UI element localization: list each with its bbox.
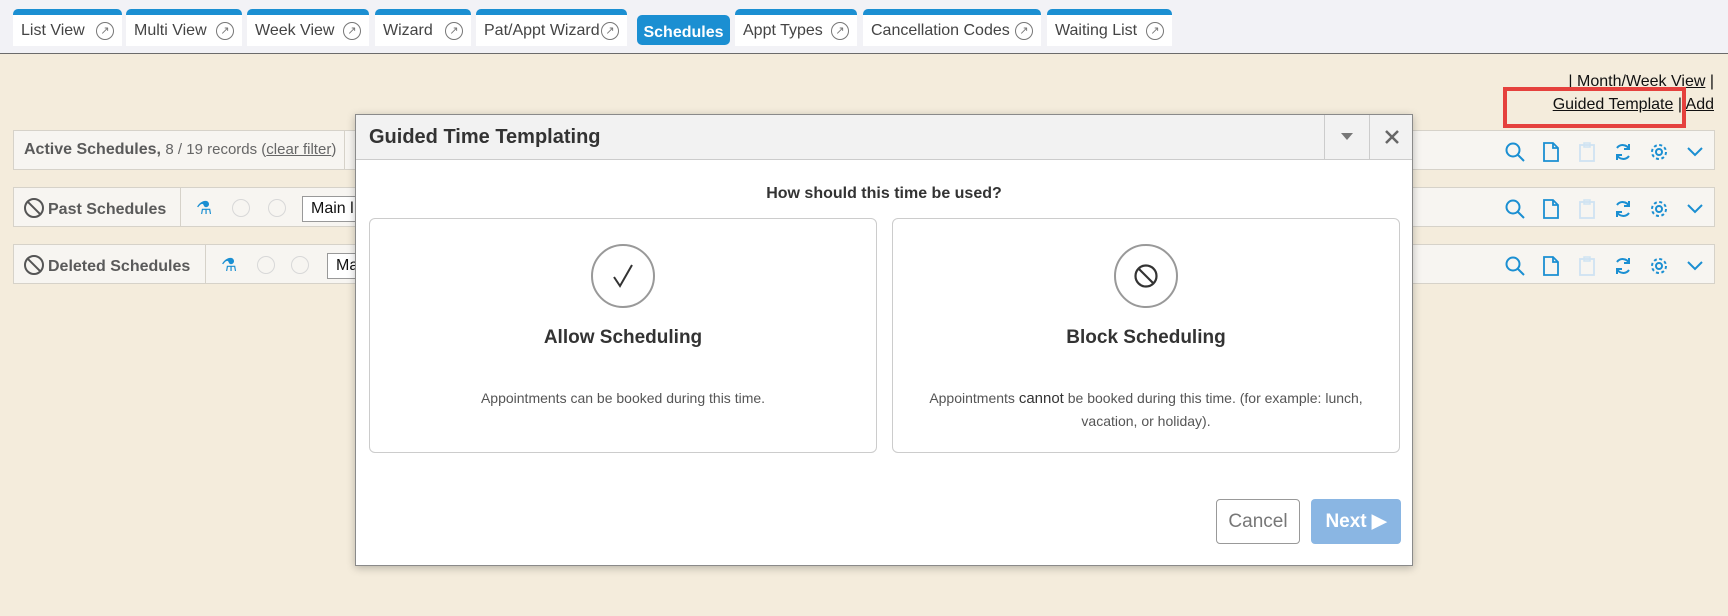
guided-time-templating-dialog: Guided Time Templating How should this t… bbox=[355, 114, 1413, 566]
dialog-question: How should this time be used? bbox=[766, 185, 1002, 202]
new-document-icon[interactable] bbox=[1540, 255, 1562, 277]
tab-multi-view[interactable]: Multi View ↗ bbox=[126, 9, 242, 46]
dialog-title: Guided Time Templating bbox=[369, 126, 601, 148]
gear-icon[interactable] bbox=[1648, 141, 1670, 163]
refresh-icon[interactable] bbox=[1612, 198, 1634, 220]
tab-label: Multi View bbox=[134, 21, 207, 39]
open-external-icon[interactable]: ↗ bbox=[831, 22, 849, 40]
highlight-annotation bbox=[1503, 87, 1686, 128]
dialog-collapse-button[interactable] bbox=[1324, 115, 1368, 159]
desc-emphasis: cannot bbox=[1018, 390, 1064, 407]
gear-icon[interactable] bbox=[1648, 255, 1670, 277]
tab-appt-types[interactable]: Appt Types ↗ bbox=[735, 9, 857, 46]
option-title: Allow Scheduling bbox=[543, 327, 703, 348]
tab-pat-appt-wizard[interactable]: Pat/Appt Wizard ↗ bbox=[476, 9, 627, 46]
tab-cancellation-codes[interactable]: Cancellation Codes ↗ bbox=[863, 9, 1041, 46]
close-icon bbox=[1384, 130, 1399, 144]
next-button[interactable]: Next ▶ bbox=[1311, 499, 1401, 544]
tab-label: Pat/Appt Wizard bbox=[484, 21, 600, 39]
open-external-icon[interactable]: ↗ bbox=[1015, 22, 1033, 40]
divider bbox=[344, 131, 345, 169]
dialog-close-button[interactable] bbox=[1369, 115, 1413, 159]
checkmark-icon bbox=[591, 244, 655, 308]
tab-label: Week View bbox=[255, 21, 335, 39]
divider bbox=[180, 188, 181, 226]
record-count: 8 / 19 records (clear filter) bbox=[165, 141, 337, 158]
refresh-icon[interactable] bbox=[1612, 141, 1634, 163]
next-icon bbox=[291, 256, 309, 274]
open-external-icon[interactable]: ↗ bbox=[601, 22, 619, 40]
option-description: Appointments cannot be booked during thi… bbox=[913, 387, 1379, 433]
divider bbox=[205, 245, 206, 283]
option-title: Block Scheduling bbox=[1066, 327, 1226, 348]
schedule-select[interactable]: Main l bbox=[302, 196, 362, 222]
open-external-icon[interactable]: ↗ bbox=[445, 22, 463, 40]
tab-label: Waiting List bbox=[1055, 21, 1138, 39]
tab-label: Appt Types bbox=[743, 21, 823, 39]
deleted-schedules-label: Deleted Schedules bbox=[48, 258, 191, 275]
chevron-down-icon[interactable] bbox=[1684, 198, 1706, 220]
broom-icon[interactable]: ⚗ bbox=[221, 255, 237, 276]
search-icon[interactable] bbox=[1504, 141, 1526, 163]
tab-bar: List View ↗ Multi View ↗ Week View ↗ Wiz… bbox=[0, 0, 1728, 54]
desc-part: Appointments bbox=[929, 390, 1019, 406]
desc-part: be booked during this time. (for example… bbox=[1063, 390, 1363, 429]
new-document-icon[interactable] bbox=[1540, 141, 1562, 163]
tab-label: Schedules bbox=[643, 24, 724, 41]
tab-week-view[interactable]: Week View ↗ bbox=[247, 9, 369, 46]
caret-down-icon bbox=[1340, 133, 1353, 140]
option-description: Appointments can be booked during this t… bbox=[480, 390, 766, 406]
not-allowed-icon bbox=[24, 255, 44, 275]
previous-icon bbox=[232, 199, 250, 217]
tab-wizard[interactable]: Wizard ↗ bbox=[375, 9, 471, 46]
record-count-text: 8 / 19 records bbox=[165, 141, 258, 158]
row-toolbar bbox=[1504, 255, 1706, 277]
block-scheduling-option[interactable]: Block Scheduling Appointments cannot be … bbox=[892, 218, 1400, 453]
cancel-button[interactable]: Cancel bbox=[1216, 499, 1300, 544]
tab-waiting-list[interactable]: Waiting List ↗ bbox=[1047, 9, 1172, 46]
chevron-down-icon[interactable] bbox=[1684, 255, 1706, 277]
section-title: Active Schedules, 8 / 19 records (clear … bbox=[24, 141, 336, 159]
tab-schedules[interactable]: Schedules bbox=[637, 15, 730, 45]
allow-scheduling-option[interactable]: Allow Scheduling Appointments can be boo… bbox=[369, 218, 877, 453]
active-schedules-label: Active Schedules, bbox=[24, 141, 161, 158]
section-title: Deleted Schedules bbox=[24, 255, 190, 276]
tab-label: Cancellation Codes bbox=[871, 21, 1010, 39]
clear-filter-link[interactable]: clear filter bbox=[266, 141, 331, 158]
tab-label: Wizard bbox=[383, 21, 433, 39]
add-link[interactable]: Add bbox=[1686, 96, 1714, 113]
search-icon[interactable] bbox=[1504, 255, 1526, 277]
row-toolbar bbox=[1504, 198, 1706, 220]
refresh-icon[interactable] bbox=[1612, 255, 1634, 277]
open-external-icon[interactable]: ↗ bbox=[96, 22, 114, 40]
open-external-icon[interactable]: ↗ bbox=[1146, 22, 1164, 40]
section-title: Past Schedules bbox=[24, 198, 166, 219]
clipboard-icon bbox=[1576, 141, 1598, 163]
dialog-header: Guided Time Templating bbox=[356, 115, 1412, 160]
open-external-icon[interactable]: ↗ bbox=[216, 22, 234, 40]
gear-icon[interactable] bbox=[1648, 198, 1670, 220]
tab-label: List View bbox=[21, 21, 85, 39]
previous-icon bbox=[257, 256, 275, 274]
next-icon bbox=[268, 199, 286, 217]
row-toolbar bbox=[1504, 141, 1706, 163]
search-icon[interactable] bbox=[1504, 198, 1526, 220]
clipboard-icon bbox=[1576, 255, 1598, 277]
open-external-icon[interactable]: ↗ bbox=[343, 22, 361, 40]
new-document-icon[interactable] bbox=[1540, 198, 1562, 220]
broom-icon[interactable]: ⚗ bbox=[196, 198, 212, 219]
not-allowed-icon bbox=[1114, 244, 1178, 308]
not-allowed-icon bbox=[24, 198, 44, 218]
tab-list-view[interactable]: List View ↗ bbox=[13, 9, 122, 46]
past-schedules-label: Past Schedules bbox=[48, 201, 167, 218]
chevron-down-icon[interactable] bbox=[1684, 141, 1706, 163]
link-separator: | bbox=[1709, 73, 1714, 90]
clipboard-icon bbox=[1576, 198, 1598, 220]
